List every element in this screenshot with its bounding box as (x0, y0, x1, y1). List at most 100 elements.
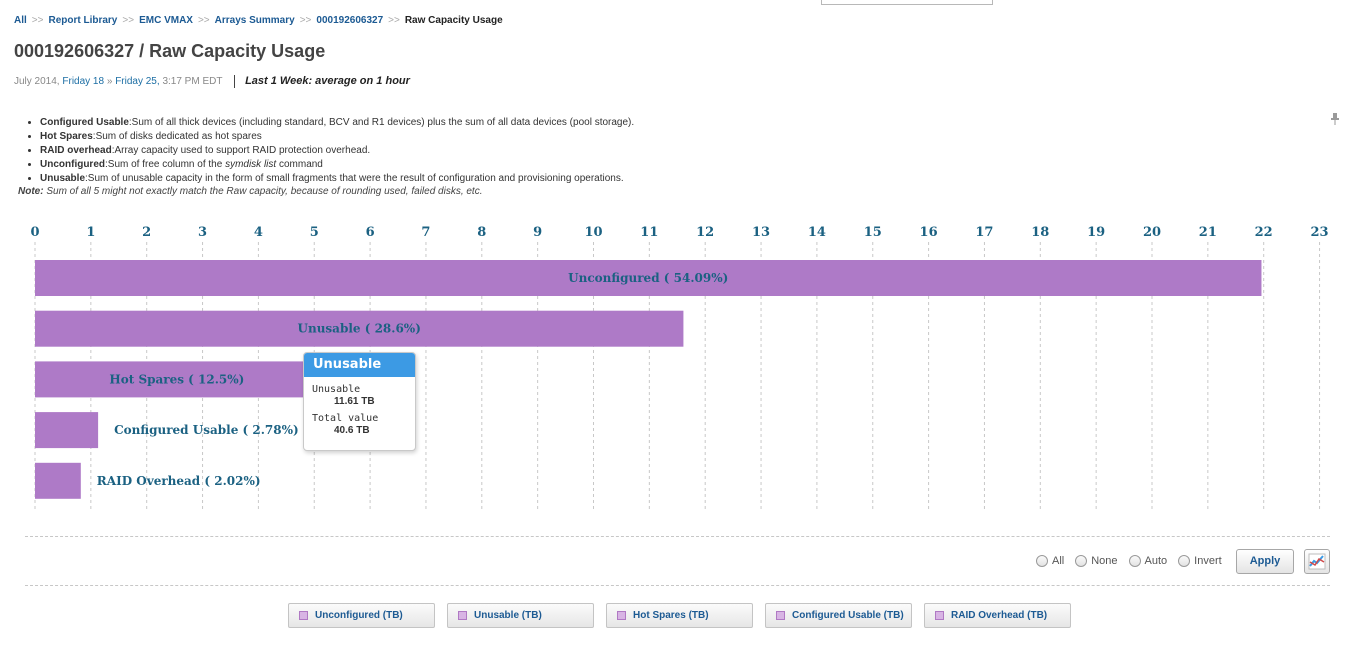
x-tick-label: 7 (421, 225, 430, 240)
x-tick-label: 15 (864, 225, 882, 240)
radio-circle[interactable] (1075, 555, 1088, 567)
legend-item-unconfigured[interactable]: Unconfigured (TB) (288, 603, 435, 628)
legend-label: Configured Usable (TB) (792, 610, 904, 621)
legend-label: Unusable (TB) (474, 610, 542, 621)
legend-swatch (617, 611, 626, 620)
x-tick-label: 2 (142, 225, 151, 240)
series-selector: All None Auto Invert (1036, 555, 1233, 567)
date-arrow: » (106, 76, 113, 88)
description-item: Unconfigured:Sum of free column of the s… (40, 158, 634, 172)
radio-circle[interactable] (1036, 555, 1048, 567)
legend-item-hot-spares[interactable]: Hot Spares (TB) (606, 603, 753, 628)
bar-label: Unconfigured ( 54.09%) (568, 271, 728, 285)
radio-label: None (1091, 555, 1118, 567)
search-input[interactable] (821, 0, 993, 5)
bar-raid-overhead[interactable] (35, 462, 81, 499)
breadcrumb-separator: >> (299, 15, 312, 26)
legend-label: RAID Overhead (TB) (951, 610, 1048, 621)
description-list: Configured Usable:Sum of all thick devic… (26, 116, 634, 186)
bar-configured-usable[interactable] (35, 412, 99, 449)
date-range: July 2014, Friday 18 » Friday 25, 3:17 P… (14, 75, 410, 88)
legend-label: Hot Spares (TB) (633, 610, 709, 621)
x-tick-label: 12 (696, 225, 714, 240)
x-tick-label: 23 (1311, 225, 1329, 240)
breadcrumb-separator: >> (197, 15, 210, 26)
x-tick-label: 3 (198, 225, 207, 240)
tooltip-total-value: 40.6 TB (334, 425, 370, 436)
radio-label: All (1052, 555, 1065, 567)
tooltip-series-label: Unusable (312, 384, 361, 395)
apply-button[interactable]: Apply (1236, 549, 1294, 574)
x-tick-label: 10 (584, 225, 602, 240)
breadcrumb-item-all[interactable]: All (14, 15, 27, 26)
tooltip-total-label: Total value (312, 413, 379, 424)
radio-label: Invert (1194, 555, 1222, 567)
description-term: Hot Spares (40, 131, 93, 142)
breadcrumb-separator: >> (122, 15, 135, 26)
bar-label: RAID Overhead ( 2.02%) (97, 474, 261, 488)
breadcrumb-item-report-library[interactable]: Report Library (48, 15, 117, 26)
x-tick-label: 18 (1031, 225, 1049, 240)
description-tail: command (276, 159, 323, 170)
x-axis-ticks: 0 1 2 3 4 5 6 7 8 9 10 11 12 13 14 15 16 17 18 19 20 21 22 23 (30, 225, 1328, 240)
pin-icon[interactable] (1330, 113, 1340, 125)
x-tick-label: 16 (920, 225, 938, 240)
x-tick-label: 0 (30, 225, 39, 240)
radio-circle[interactable] (1178, 555, 1191, 567)
radio-none[interactable]: None (1075, 555, 1118, 567)
description-item: RAID overhead:Array capacity used to sup… (40, 144, 634, 158)
legend-item-raid-overhead[interactable]: RAID Overhead (TB) (924, 603, 1071, 628)
bar-label: Unusable ( 28.6%) (298, 322, 421, 336)
legend-item-configured-usable[interactable]: Configured Usable (TB) (765, 603, 912, 628)
divider-bottom (25, 585, 1330, 586)
breadcrumb-separator: >> (31, 15, 44, 26)
tooltip-title: Unusable (304, 353, 415, 377)
tooltip-series-value: 11.61 TB (334, 396, 375, 407)
note: Note: Sum of all 5 might not exactly mat… (18, 186, 483, 197)
radio-auto[interactable]: Auto (1128, 555, 1168, 567)
x-tick-label: 6 (366, 225, 375, 240)
legend-swatch (776, 611, 785, 620)
time-period: Last 1 Week: average on 1 hour (245, 75, 410, 88)
x-tick-label: 13 (752, 225, 770, 240)
x-tick-label: 20 (1143, 225, 1161, 240)
date-start-link[interactable]: Friday 18 (62, 76, 104, 87)
date-divider (234, 75, 236, 88)
description-item: Configured Usable:Sum of all thick devic… (40, 116, 634, 130)
radio-invert[interactable]: Invert (1178, 555, 1222, 567)
description-term: Unusable (40, 173, 86, 184)
description-text: :Sum of free column of the (105, 159, 226, 170)
divider-top (25, 536, 1330, 537)
x-tick-label: 17 (975, 225, 993, 240)
bar-label: Hot Spares ( 12.5%) (109, 372, 244, 386)
radio-label: Auto (1144, 555, 1168, 567)
description-term: RAID overhead (40, 145, 112, 156)
chart-tooltip: Unusable Unusable 11.61 TB Total value 4… (303, 352, 416, 451)
date-time: 3:17 PM EDT (162, 76, 223, 88)
chart-options-button[interactable] (1304, 549, 1330, 574)
breadcrumb-separator: >> (388, 15, 400, 26)
breadcrumb-item-arrays-summary[interactable]: Arrays Summary (215, 15, 295, 26)
date-end-link[interactable]: Friday 25, (115, 76, 159, 87)
x-tick-label: 4 (254, 225, 263, 240)
note-label: Note: (18, 186, 44, 197)
description-item: Hot Spares:Sum of disks dedicated as hot… (40, 130, 634, 144)
legend-item-unusable[interactable]: Unusable (TB) (447, 603, 594, 628)
description-text: :Array capacity used to support RAID pro… (111, 145, 371, 156)
line-chart-icon (1308, 553, 1326, 570)
x-tick-label: 5 (310, 225, 319, 240)
description-text: :Sum of disks dedicated as hot spares (92, 131, 262, 142)
breadcrumb-current: Raw Capacity Usage (404, 15, 503, 26)
breadcrumb-item-array-id[interactable]: 000192606327 (316, 15, 383, 26)
legend-swatch (935, 611, 944, 620)
description-emphasis: symdisk list (225, 159, 277, 170)
x-tick-label: 21 (1199, 225, 1217, 240)
radio-all[interactable]: All (1036, 555, 1064, 567)
breadcrumb-item-emc-vmax[interactable]: EMC VMAX (139, 15, 193, 26)
x-tick-label: 1 (86, 225, 95, 240)
note-text: Sum of all 5 might not exactly match the… (43, 186, 483, 197)
date-prefix: July 2014, (14, 76, 60, 88)
radio-circle[interactable] (1128, 555, 1141, 567)
x-tick-label: 11 (640, 225, 658, 240)
bar-label: Configured Usable ( 2.78%) (114, 423, 299, 437)
